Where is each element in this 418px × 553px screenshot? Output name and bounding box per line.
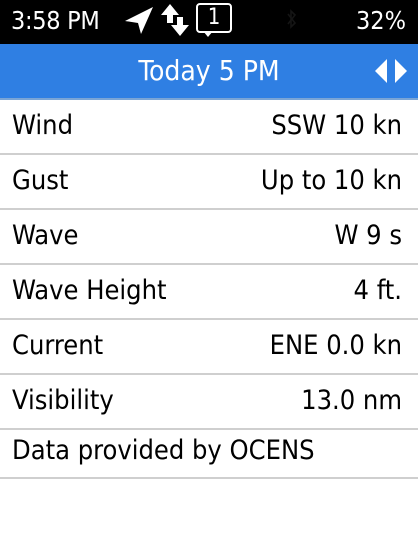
forecast-header: Today 5 PM — [0, 44, 418, 100]
row-value: 13.0 nm — [301, 385, 402, 416]
status-bar: 3:58 PM 1 32% — [0, 0, 418, 44]
notification-count-icon: 1 — [196, 3, 232, 33]
data-credit-text: Data provided by OCENS — [12, 435, 315, 466]
battery-percent: 32% — [356, 6, 406, 35]
row-label: Gust — [12, 165, 69, 196]
row-value: Up to 10 kn — [260, 165, 402, 196]
row-label: Current — [12, 330, 104, 361]
prev-period-button[interactable] — [373, 44, 391, 98]
wave-row: Wave W 9 s — [0, 210, 418, 265]
prev-arrow-icon — [375, 59, 387, 83]
current-row: Current ENE 0.0 kn — [0, 320, 418, 375]
forecast-list: Wind SSW 10 kn Gust Up to 10 kn Wave W 9… — [0, 100, 418, 430]
row-label: Wind — [12, 110, 74, 141]
data-credit-row: Data provided by OCENS — [0, 425, 418, 479]
next-period-button[interactable] — [392, 44, 410, 98]
forecast-time-title: Today 5 PM — [138, 54, 280, 87]
row-value: 4 ft. — [353, 275, 402, 306]
row-label: Wave Height — [12, 275, 167, 306]
row-value: ENE 0.0 kn — [269, 330, 402, 361]
next-arrow-icon — [395, 59, 407, 83]
notification-tail — [203, 31, 213, 37]
row-label: Wave — [12, 220, 79, 251]
status-time: 3:58 PM — [11, 6, 100, 35]
location-arrow-icon — [125, 7, 153, 34]
visibility-row: Visibility 13.0 nm — [0, 375, 418, 430]
row-value: W 9 s — [334, 220, 402, 251]
gust-row: Gust Up to 10 kn — [0, 155, 418, 210]
wave-height-row: Wave Height 4 ft. — [0, 265, 418, 320]
row-value: SSW 10 kn — [271, 110, 402, 141]
wind-row: Wind SSW 10 kn — [0, 100, 418, 155]
row-label: Visibility — [12, 385, 114, 416]
sync-arrows-icon — [161, 4, 189, 36]
bluetooth-icon — [287, 9, 297, 29]
